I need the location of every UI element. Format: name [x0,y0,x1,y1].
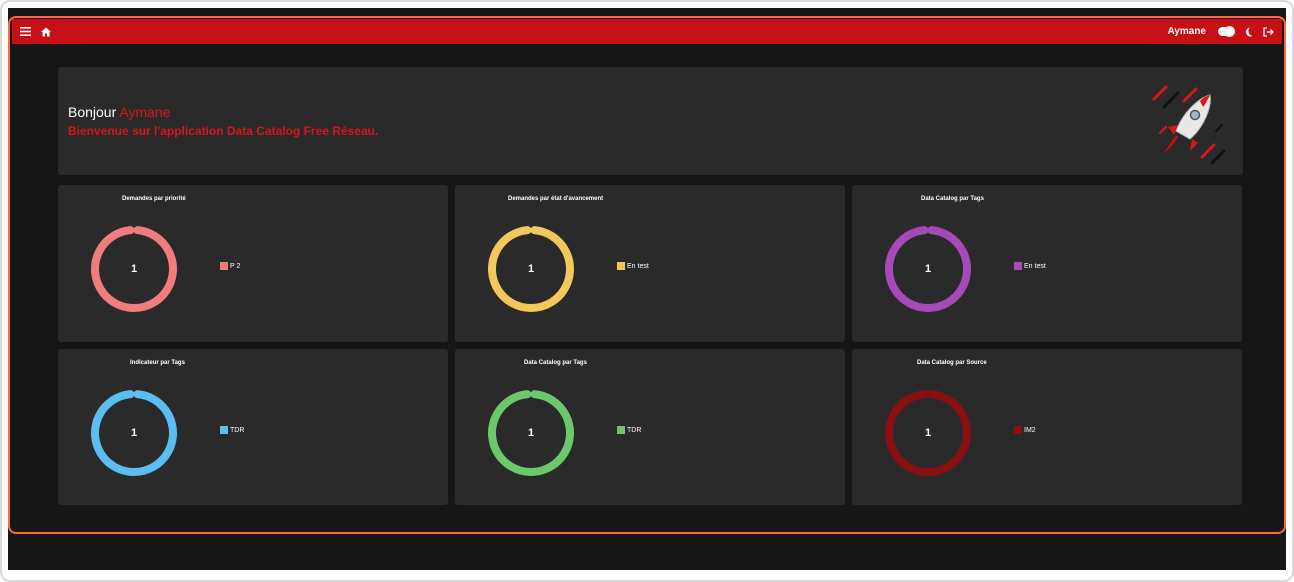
chart-title: Data Catalog par Source [917,360,987,366]
legend-item[interactable]: IM2 [1014,426,1036,434]
donut-center-value: 1 [527,427,535,439]
navbar-left [20,27,51,37]
legend-swatch [617,262,625,270]
legend-item[interactable]: En test [1014,262,1046,270]
donut-center-value: 1 [130,427,138,439]
legend-swatch [220,262,228,270]
legend-label: TDR [230,426,245,434]
legend-label: TDR [627,426,642,434]
legend-swatch [1014,426,1022,434]
menu-icon[interactable] [20,27,31,36]
donut-center-value: 1 [924,427,932,439]
greeting-word: Bonjour [68,104,117,120]
top-navbar: Aymane [12,19,1282,44]
chart-card: Demandes par priorité 1 P 2 [58,185,448,342]
legend-label: P 2 [230,262,241,270]
chart-card: Demandes par état d'avancement 1 En test [455,185,845,342]
chart-card: Data Catalog par Tags 1 En test [852,185,1242,342]
greeting-name: Aymane [119,104,171,120]
chart-title: Data Catalog par Tags [921,196,984,202]
legend-item[interactable]: P 2 [220,262,240,270]
logout-icon[interactable] [1263,26,1274,37]
username-label: Aymane [1167,26,1206,37]
greeting-text: Bonjour Aymane [68,104,171,120]
chart-title: Demandes par état d'avancement [508,196,604,202]
legend-label: IM2 [1024,426,1036,434]
welcome-subtitle: Bienvenue sur l'application Data Catalog… [68,124,379,138]
chart-title: Indicateur par Tags [130,360,185,366]
donut-center-value: 1 [924,263,932,275]
chart-card: Indicateur par Tags 1 TDR [58,349,448,505]
home-icon[interactable] [41,27,51,37]
legend-label: En test [1024,262,1046,270]
dashboard-main: Bonjour Aymane Bienvenue sur l'applicati… [12,44,1282,532]
legend-item[interactable]: En test [617,262,649,270]
chart-card: Data Catalog par Tags 1 TDR [455,349,845,505]
navbar-right: Aymane [1167,26,1274,37]
legend-swatch [1014,262,1022,270]
legend-swatch [220,426,228,434]
chart-card: Data Catalog par Source 1 IM2 [852,349,1242,505]
legend-item[interactable]: TDR [220,426,244,434]
donut-center-value: 1 [130,263,138,275]
legend-swatch [617,426,625,434]
theme-toggle[interactable] [1218,26,1235,37]
chart-title: Data Catalog par Tags [524,360,587,366]
welcome-banner: Bonjour Aymane Bienvenue sur l'applicati… [58,67,1243,175]
rocket-icon [1152,85,1226,165]
chart-title: Demandes par priorité [122,196,186,202]
legend-item[interactable]: TDR [617,426,641,434]
moon-icon[interactable] [1244,27,1253,37]
legend-label: En test [627,262,649,270]
donut-center-value: 1 [527,263,535,275]
bottom-strip [8,535,1286,570]
